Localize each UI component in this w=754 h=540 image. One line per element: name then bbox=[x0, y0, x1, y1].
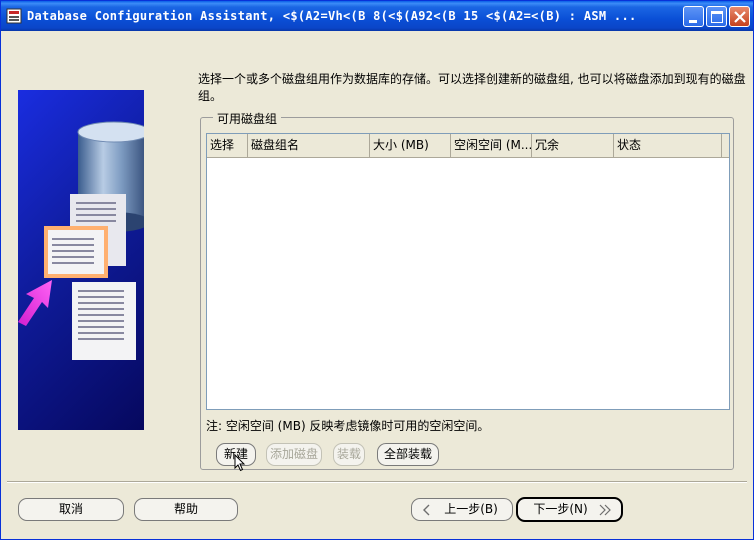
mount-button[interactable]: 装载 bbox=[333, 443, 365, 466]
chevron-double-right-icon bbox=[599, 504, 611, 516]
dbca-window: Database Configuration Assistant, <$(A2=… bbox=[0, 0, 754, 540]
document-icon bbox=[72, 282, 136, 360]
column-header-select[interactable]: 选择 bbox=[207, 134, 248, 158]
footer-separator bbox=[7, 481, 747, 483]
column-header-status[interactable]: 状态 bbox=[614, 134, 722, 158]
app-icon bbox=[6, 8, 22, 24]
column-header-name[interactable]: 磁盘组名 bbox=[248, 134, 370, 158]
close-button[interactable] bbox=[729, 6, 750, 27]
document-icon bbox=[44, 226, 108, 278]
database-documents-illustration bbox=[18, 121, 144, 360]
table-header: 选择 磁盘组名 大小 (MB) 空闲空间 (M... 冗余 状态 bbox=[207, 134, 729, 158]
minimize-icon bbox=[689, 20, 697, 23]
arrow-icon bbox=[18, 280, 52, 326]
wizard-banner bbox=[18, 90, 144, 430]
next-button[interactable]: 下一步(N) bbox=[516, 497, 623, 522]
back-button-label: 上一步(B) bbox=[444, 502, 498, 516]
window-title: Database Configuration Assistant, <$(A2=… bbox=[27, 9, 637, 23]
column-header-size[interactable]: 大小 (MB) bbox=[370, 134, 451, 158]
back-button[interactable]: 上一步(B) bbox=[411, 498, 513, 521]
free-space-note: 注: 空闲空间 (MB) 反映考虑镜像时可用的空闲空间。 bbox=[206, 419, 490, 433]
maximize-icon bbox=[711, 11, 723, 23]
disk-group-label: 可用磁盘组 bbox=[213, 110, 282, 127]
maximize-button[interactable] bbox=[706, 6, 727, 27]
column-header-redundancy[interactable]: 冗余 bbox=[532, 134, 614, 158]
title-bar[interactable]: Database Configuration Assistant, <$(A2=… bbox=[1, 1, 753, 31]
mouse-cursor-icon bbox=[234, 454, 246, 472]
help-button[interactable]: 帮助 bbox=[134, 498, 238, 521]
description-text: 选择一个或多个磁盘组用作为数据库的存储。可以选择创建新的磁盘组, 也可以将磁盘添… bbox=[198, 72, 746, 103]
minimize-button[interactable] bbox=[683, 6, 704, 27]
cancel-button[interactable]: 取消 bbox=[18, 498, 124, 521]
mount-all-button[interactable]: 全部装载 bbox=[377, 443, 439, 466]
table-body[interactable] bbox=[207, 159, 729, 409]
disk-group-table[interactable]: 选择 磁盘组名 大小 (MB) 空闲空间 (M... 冗余 状态 bbox=[206, 133, 730, 410]
chevron-left-icon bbox=[423, 504, 430, 516]
column-header-free[interactable]: 空闲空间 (M... bbox=[451, 134, 532, 158]
next-button-label: 下一步(N) bbox=[533, 502, 588, 516]
add-disks-button[interactable]: 添加磁盘 bbox=[266, 443, 322, 466]
close-icon bbox=[734, 11, 746, 23]
